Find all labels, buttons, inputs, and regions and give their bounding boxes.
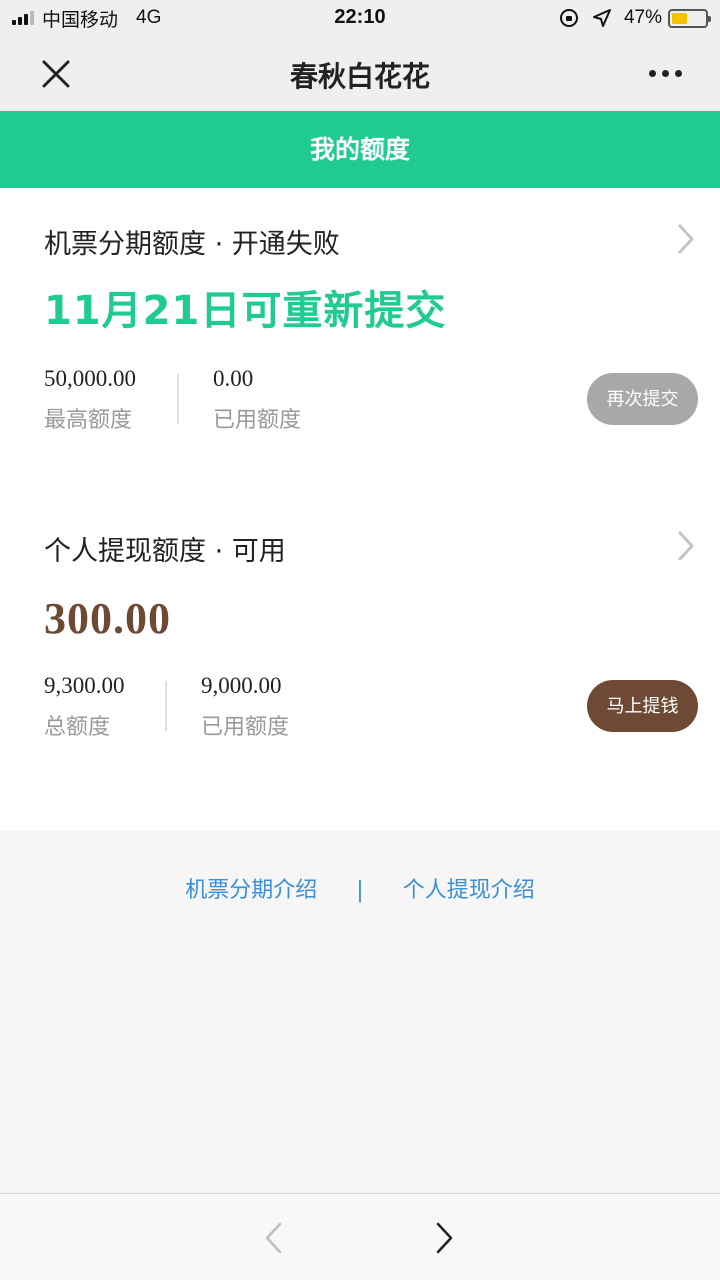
browser-toolbar bbox=[0, 1193, 720, 1280]
stat-label: 已用额度 bbox=[201, 715, 290, 740]
location-icon bbox=[592, 9, 611, 27]
stat-used-quota: 0.00 已用额度 bbox=[213, 366, 301, 434]
chevron-right-icon[interactable] bbox=[676, 222, 696, 256]
stat-total-quota: 9,300.00 总额度 bbox=[44, 673, 125, 741]
battery-icon bbox=[668, 8, 711, 28]
chevron-right-icon[interactable] bbox=[434, 1220, 456, 1256]
stat-label: 最高额度 bbox=[44, 408, 133, 433]
status-right: 47% bbox=[559, 6, 711, 30]
stat-value: 50,000.00 bbox=[44, 366, 136, 391]
battery-fill bbox=[672, 12, 688, 24]
flight-installment-intro-link[interactable]: 机票分期介绍 bbox=[185, 878, 317, 903]
card-title: 机票分期额度 · 开通失败 bbox=[44, 229, 340, 260]
battery-percent: 47% bbox=[623, 7, 662, 28]
stat-label: 总额度 bbox=[44, 715, 111, 740]
status-bar: 中国移动 4G 22:10 47% bbox=[0, 0, 720, 36]
chevron-left-icon[interactable] bbox=[262, 1220, 284, 1256]
stat-label: 已用额度 bbox=[213, 408, 302, 433]
stat-value: 9,300.00 bbox=[44, 673, 125, 698]
card-title: 个人提现额度 · 可用 bbox=[44, 536, 286, 567]
stat-divider bbox=[165, 681, 167, 731]
orientation-lock-icon bbox=[559, 9, 578, 27]
quota-panel: 机票分期额度 · 开通失败 11月21日可重新提交 50,000.00 最高额度… bbox=[0, 188, 720, 831]
stat-value: 9,000.00 bbox=[201, 673, 282, 698]
chevron-right-icon[interactable] bbox=[676, 529, 696, 563]
section-header: 我的额度 bbox=[0, 111, 720, 188]
withdraw-button[interactable]: 马上提钱 bbox=[587, 680, 698, 732]
link-separator: | bbox=[356, 878, 364, 903]
stat-value: 0.00 bbox=[213, 366, 254, 391]
available-amount: 300.00 bbox=[44, 594, 171, 643]
resubmit-button[interactable]: 再次提交 bbox=[587, 373, 698, 425]
stat-used-quota: 9,000.00 已用额度 bbox=[201, 673, 289, 741]
nav-bar: 春秋白花花 bbox=[0, 36, 720, 111]
more-icon[interactable] bbox=[643, 70, 682, 77]
stat-divider bbox=[177, 374, 179, 424]
page-title: 春秋白花花 bbox=[289, 60, 430, 93]
intro-links: 机票分期介绍 | 个人提现介绍 bbox=[0, 872, 720, 904]
stat-max-quota: 50,000.00 最高额度 bbox=[44, 366, 136, 434]
resubmit-date: 11月21日可重新提交 bbox=[44, 288, 447, 334]
cash-withdrawal-intro-link[interactable]: 个人提现介绍 bbox=[403, 878, 535, 903]
